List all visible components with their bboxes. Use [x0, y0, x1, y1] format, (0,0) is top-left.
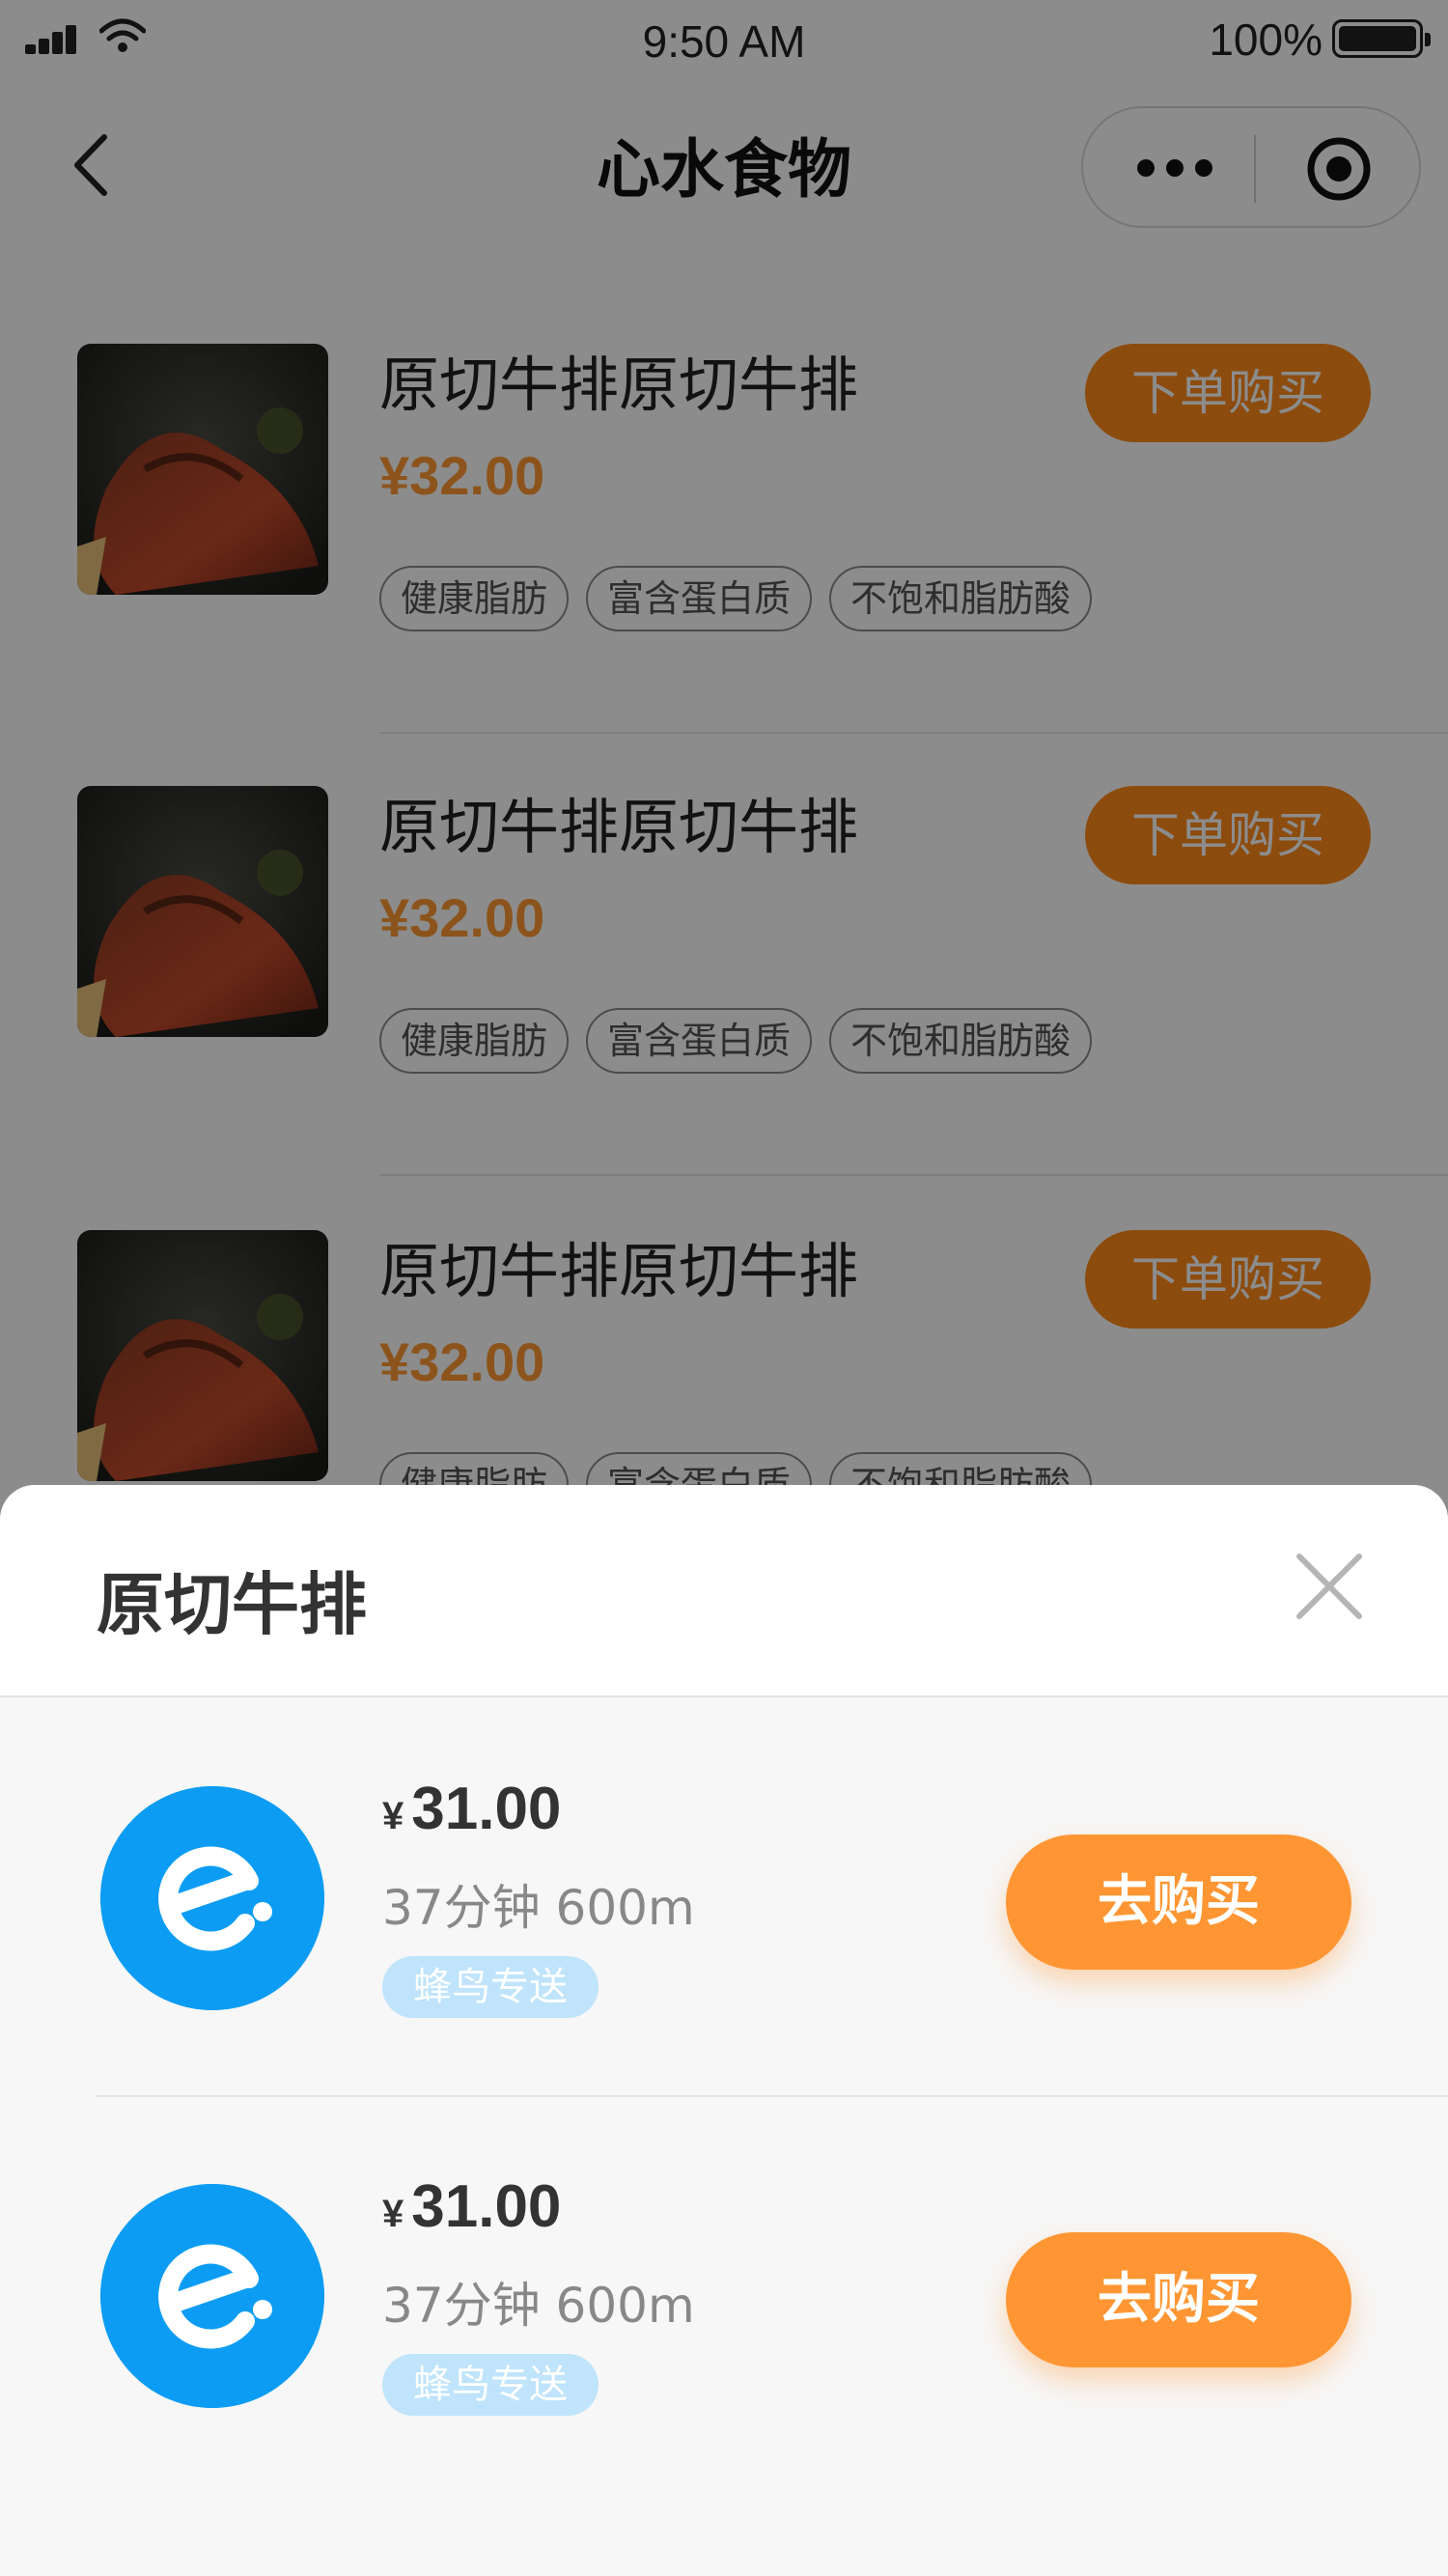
price-amount: 31.00: [411, 2173, 562, 2240]
store-item: ¥31.00 37分钟 600m 蜂鸟专送 去购买: [0, 1699, 1448, 2097]
delivery-time-distance: 37分钟 600m: [382, 2278, 695, 2334]
price-amount: 31.00: [411, 1776, 562, 1842]
currency-symbol: ¥: [382, 1795, 404, 1837]
delivery-badge: 蜂鸟专送: [382, 1956, 599, 2018]
store-bottom-sheet: 原切牛排 ¥31.00 37分钟 600m 蜂鸟专送 去购买 ¥31.00 37: [0, 1485, 1448, 2576]
sheet-title: 原切牛排: [97, 1565, 367, 1644]
store-price: ¥31.00: [382, 2172, 561, 2241]
delivery-badge: 蜂鸟专送: [382, 2354, 599, 2416]
store-item: ¥31.00 37分钟 600m 蜂鸟专送 去购买: [0, 2097, 1448, 2495]
currency-symbol: ¥: [382, 2193, 404, 2235]
sheet-header: 原切牛排: [0, 1485, 1448, 1697]
go-buy-button[interactable]: 去购买: [1006, 2232, 1351, 2367]
go-buy-button[interactable]: 去购买: [1006, 1834, 1351, 1970]
delivery-time-distance: 37分钟 600m: [382, 1880, 695, 1936]
store-price: ¥31.00: [382, 1775, 561, 1843]
eleme-logo-icon: [100, 1786, 324, 2010]
close-icon[interactable]: [1294, 1551, 1365, 1622]
eleme-logo-icon: [100, 2184, 324, 2408]
